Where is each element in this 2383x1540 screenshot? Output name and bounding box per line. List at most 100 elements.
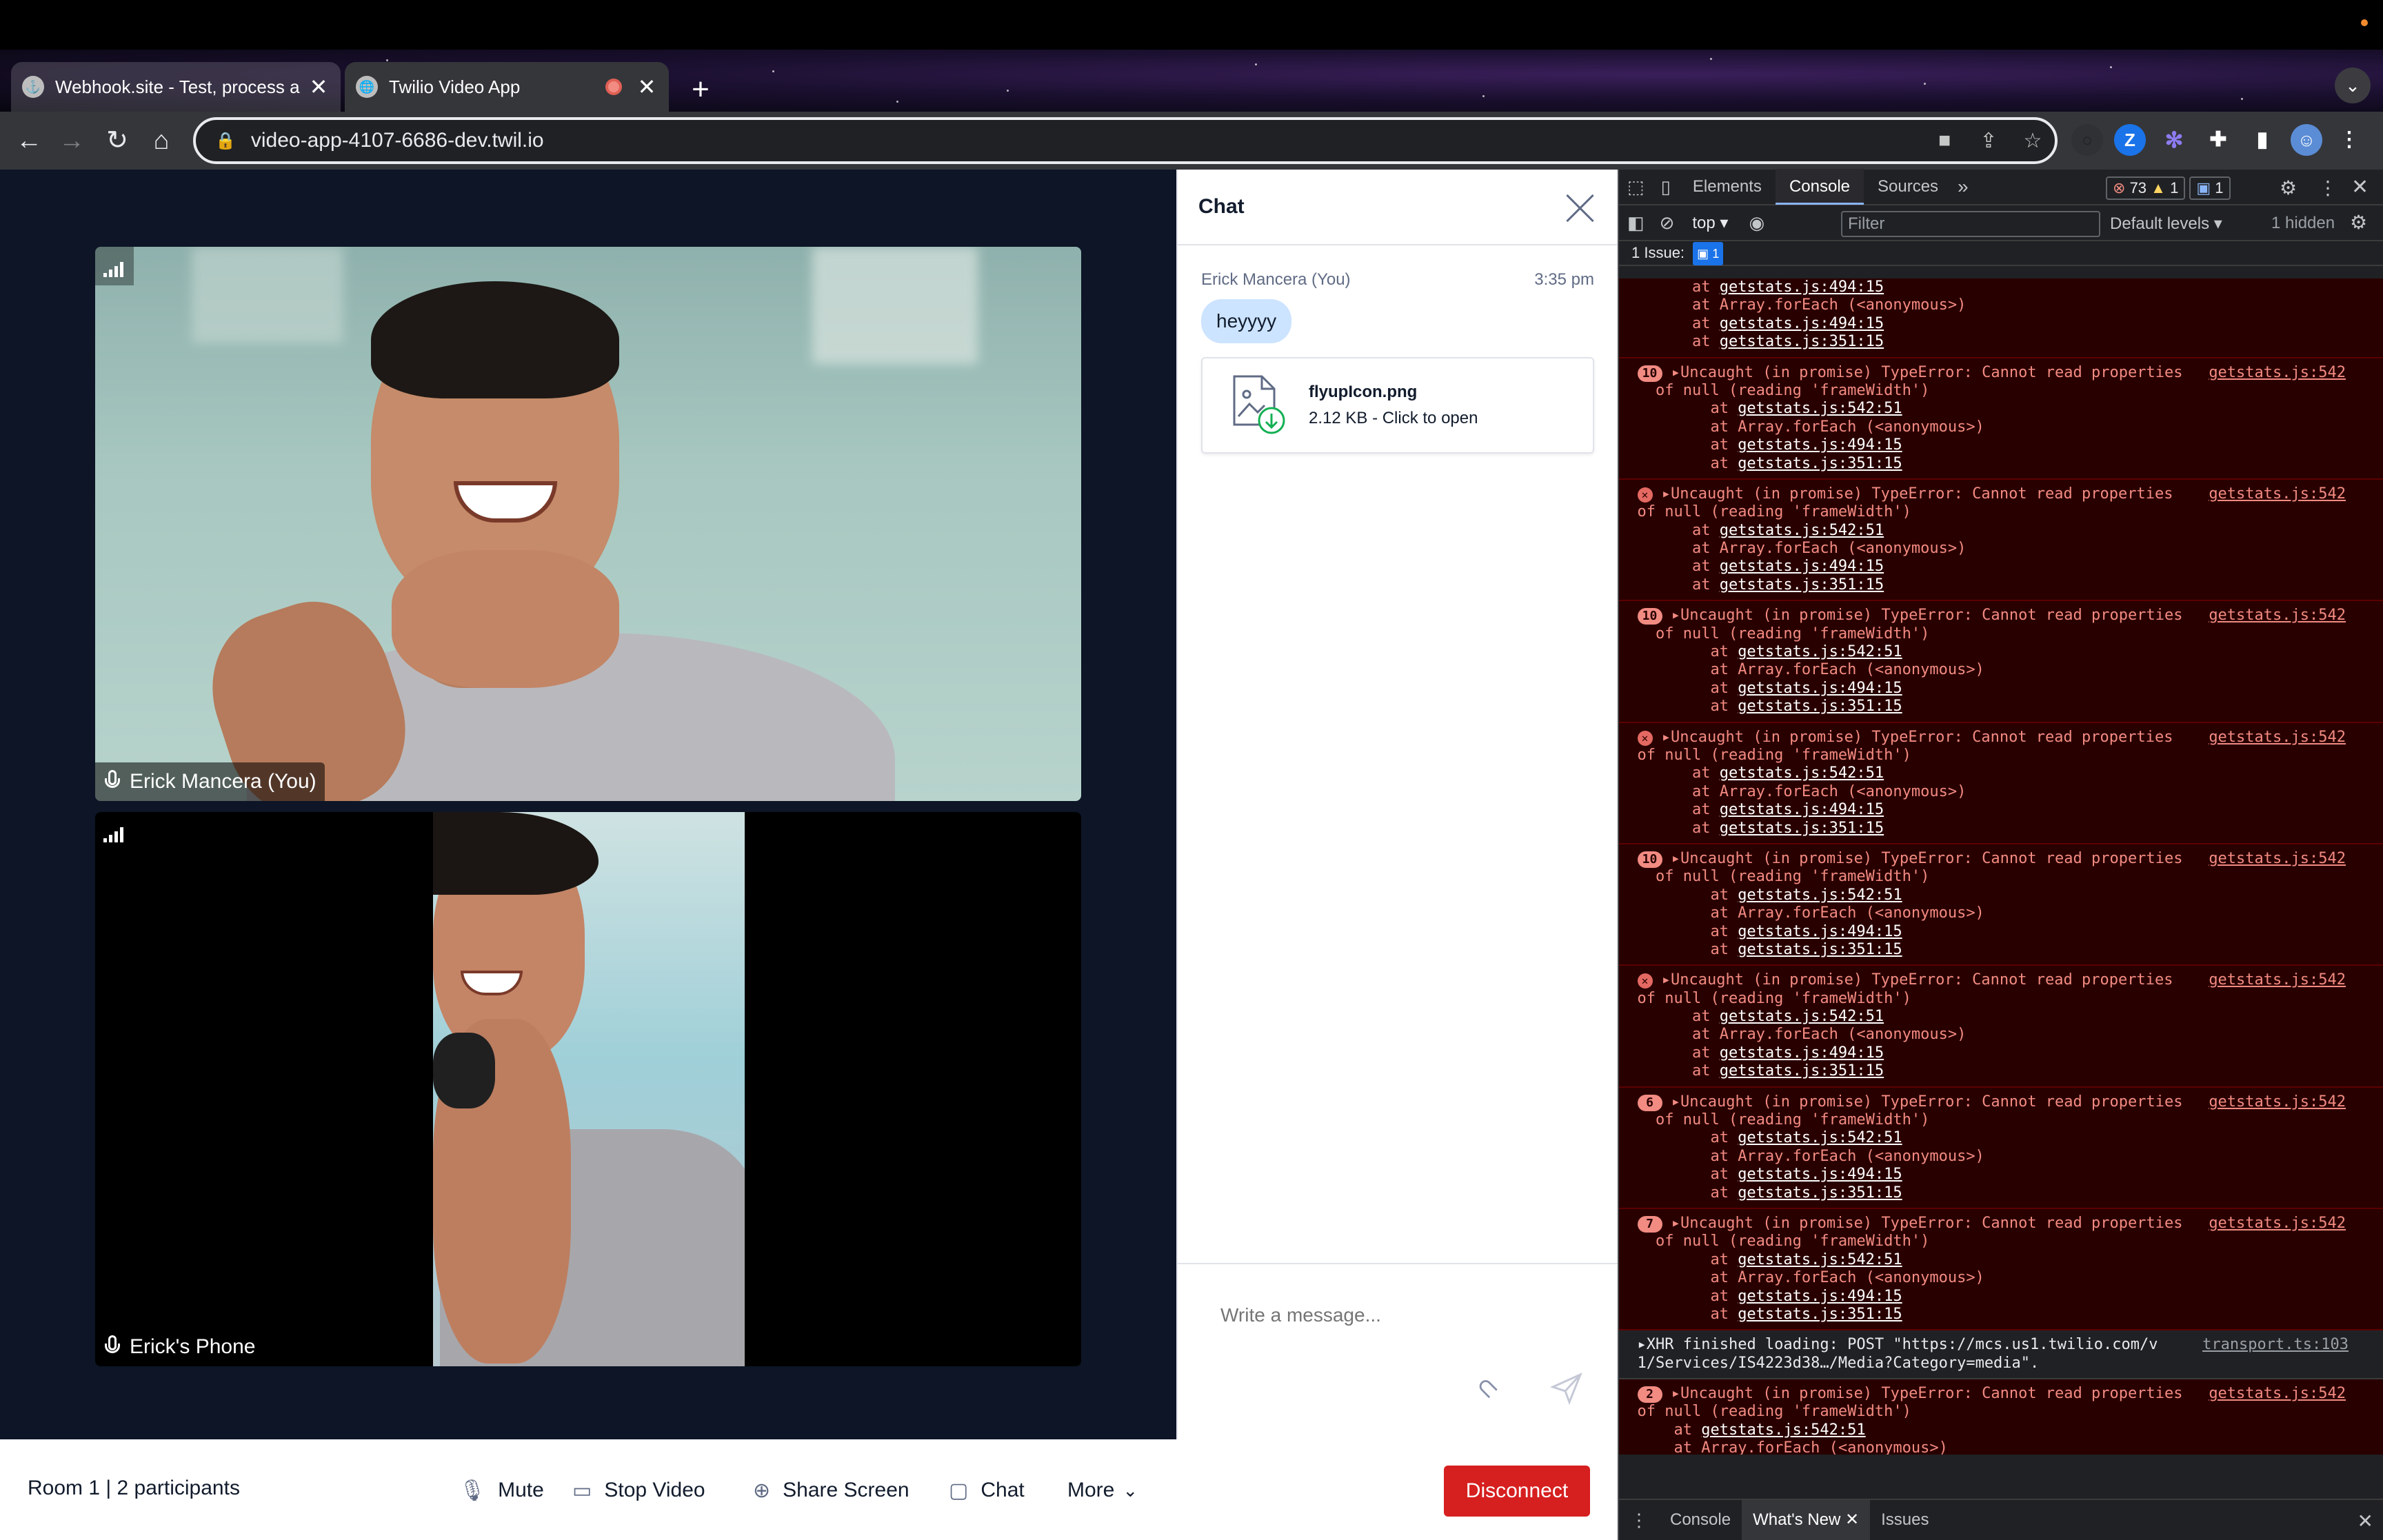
source-link[interactable]: getstats.js:542 xyxy=(2209,364,2346,381)
source-link[interactable]: getstats.js:542 xyxy=(2209,1385,2346,1402)
side-panel-icon[interactable]: ▮ xyxy=(2246,124,2278,156)
close-devtools-icon[interactable]: ✕ xyxy=(2351,175,2369,199)
stack-link[interactable]: getstats.js:351:15 xyxy=(1720,576,1884,594)
disconnect-button[interactable]: Disconnect xyxy=(1444,1466,1590,1517)
chat-button[interactable]: ▢ Chat xyxy=(949,1470,1025,1511)
tab-elements[interactable]: Elements xyxy=(1679,169,1776,205)
profile-avatar[interactable]: ☺ xyxy=(2291,124,2322,156)
console-error-entry[interactable]: 10 ▸Uncaught (in promise) TypeError: Can… xyxy=(1619,844,2383,966)
stack-link[interactable]: getstats.js:542:51 xyxy=(1738,1251,1902,1268)
stack-link[interactable]: getstats.js:494:15 xyxy=(1738,923,1902,940)
console-error-entry[interactable]: 10 ▸Uncaught (in promise) TypeError: Can… xyxy=(1619,358,2383,480)
stack-link[interactable]: getstats.js:494:15 xyxy=(1720,801,1884,818)
stack-link[interactable]: getstats.js:542:51 xyxy=(1701,1421,1865,1439)
stack-link[interactable]: getstats.js:494:15 xyxy=(1720,1044,1884,1062)
source-link[interactable]: getstats.js:542 xyxy=(2209,607,2346,624)
close-drawer-icon[interactable]: ✕ xyxy=(2357,1510,2373,1532)
source-link[interactable]: getstats.js:542 xyxy=(2209,485,2346,503)
stack-link[interactable]: getstats.js:494:15 xyxy=(1720,278,1884,296)
stack-link[interactable]: getstats.js:542:51 xyxy=(1720,1008,1884,1025)
file-attachment[interactable]: flyupIcon.png 2.12 KB - Click to open xyxy=(1201,357,1594,454)
source-link[interactable]: getstats.js:542 xyxy=(2209,850,2346,867)
console-error-entry[interactable]: 7 ▸Uncaught (in promise) TypeError: Cann… xyxy=(1619,1208,2383,1331)
eye-icon[interactable]: ◉ xyxy=(1739,212,1774,234)
stack-link[interactable]: getstats.js:494:15 xyxy=(1738,680,1902,697)
share-screen-button[interactable]: ⊕ Share Screen xyxy=(753,1470,909,1511)
tab-twilio-video-app[interactable]: 🌐 Twilio Video App ✕ xyxy=(345,62,669,112)
drawer-tab-whats-new[interactable]: What's New ✕ xyxy=(1742,1500,1871,1540)
stack-link[interactable]: getstats.js:542:51 xyxy=(1738,643,1902,660)
stack-link[interactable]: getstats.js:542:51 xyxy=(1738,400,1902,417)
stack-link[interactable]: getstats.js:542:51 xyxy=(1738,1129,1902,1146)
tab-search-chevron-icon[interactable]: ⌄ xyxy=(2335,68,2371,103)
send-icon[interactable] xyxy=(1549,1372,1583,1406)
console-error-entry[interactable]: 2 ▸Uncaught (in promise) TypeError: Cann… xyxy=(1619,1379,2383,1455)
drawer-menu-icon[interactable]: ⋮ xyxy=(1619,1510,1659,1531)
close-tab-icon[interactable]: ✕ xyxy=(308,74,330,100)
message-counts[interactable]: ⊗ 73 ▲ 1 ▣ 1 xyxy=(2106,176,2231,200)
address-bar[interactable]: 🔒 video-app-4107-6686-dev.twil.io ■ ⇪ ☆ xyxy=(193,117,2058,164)
tab-webhook-site[interactable]: ⚓ Webhook.site - Test, process a ✕ xyxy=(11,62,341,112)
share-icon[interactable]: ⇪ xyxy=(1967,129,2011,153)
log-levels-dropdown[interactable]: Default levels ▾ xyxy=(2110,214,2222,234)
mute-button[interactable]: 🎙 Mute xyxy=(459,1470,544,1511)
console-error-entry[interactable]: 10 ▸Uncaught (in promise) TypeError: Can… xyxy=(1619,601,2383,723)
settings-gear-icon[interactable]: ⚙ xyxy=(2280,176,2297,199)
stack-link[interactable]: getstats.js:351:15 xyxy=(1738,698,1902,715)
error-count-badge[interactable]: ⊗ 73 ▲ 1 xyxy=(2106,176,2186,200)
camera-blocked-icon[interactable]: ■ xyxy=(1922,129,1967,152)
home-icon[interactable]: ⌂ xyxy=(142,121,181,160)
stack-link[interactable]: getstats.js:494:15 xyxy=(1738,436,1902,454)
source-link[interactable]: getstats.js:542 xyxy=(2209,971,2346,989)
more-button[interactable]: More ⌄ xyxy=(1067,1470,1138,1511)
inspect-element-icon[interactable]: ⬚ xyxy=(1619,176,1653,198)
stack-link[interactable]: getstats.js:351:15 xyxy=(1738,941,1902,958)
kebab-menu-icon[interactable]: ⋮ xyxy=(2333,124,2365,156)
console-error-entry[interactable]: ✕ ▸Uncaught (in promise) TypeError: Cann… xyxy=(1619,479,2383,602)
stack-link[interactable]: getstats.js:542:51 xyxy=(1738,886,1902,904)
console-error-entry[interactable]: ✕ ▸Uncaught (in promise) TypeError: Cann… xyxy=(1619,722,2383,844)
console-error-entry[interactable]: ✕ ▸Uncaught (in promise) TypeError: Cann… xyxy=(1619,966,2383,1088)
stack-link[interactable]: getstats.js:351:15 xyxy=(1738,1184,1902,1202)
stack-link[interactable]: getstats.js:542:51 xyxy=(1720,522,1884,539)
drawer-tab-issues[interactable]: Issues xyxy=(1870,1500,1940,1540)
tab-console[interactable]: Console xyxy=(1775,169,1864,205)
forward-arrow-icon[interactable]: → xyxy=(52,121,91,160)
console-error-entry[interactable]: 6 ▸Uncaught (in promise) TypeError: Cann… xyxy=(1619,1087,2383,1209)
source-link[interactable]: getstats.js:542 xyxy=(2209,729,2346,746)
console-xhr-entry[interactable]: ▸XHR finished loading: POST "https://mcs… xyxy=(1619,1330,2383,1380)
clear-console-icon[interactable]: ⊘ xyxy=(1653,212,1682,234)
stack-link[interactable]: getstats.js:542:51 xyxy=(1720,764,1884,782)
puzzle-extensions-icon[interactable]: ✚ xyxy=(2202,124,2234,156)
extension-circle-icon[interactable]: ○ xyxy=(2071,124,2103,156)
stack-link[interactable]: getstats.js:351:15 xyxy=(1720,1062,1884,1080)
close-icon[interactable] xyxy=(1562,190,1597,224)
tab-sources[interactable]: Sources xyxy=(1864,169,1952,205)
console-error-entry[interactable]: at getstats.js:494:15 at Array.forEach (… xyxy=(1619,278,2383,358)
stack-link[interactable]: getstats.js:351:15 xyxy=(1738,455,1902,472)
stop-video-button[interactable]: ▭ Stop Video xyxy=(572,1470,705,1511)
console-filter-input[interactable]: Filter xyxy=(1841,211,2100,237)
gear-extension-icon[interactable]: ✻ xyxy=(2158,124,2190,156)
source-link[interactable]: transport.ts:103 xyxy=(2202,1336,2349,1353)
stack-link[interactable]: getstats.js:494:15 xyxy=(1720,558,1884,575)
stack-link[interactable]: getstats.js:351:15 xyxy=(1720,820,1884,837)
kebab-menu-icon[interactable]: ⋮ xyxy=(2318,176,2337,199)
stack-link[interactable]: getstats.js:351:15 xyxy=(1720,333,1884,350)
reload-icon[interactable]: ↻ xyxy=(98,121,137,160)
more-tabs-icon[interactable]: » xyxy=(1952,176,1974,198)
console-settings-gear-icon[interactable]: ⚙ xyxy=(2350,211,2367,234)
chat-message-input[interactable] xyxy=(1220,1304,1579,1326)
paperclip-icon[interactable]: ⊂ xyxy=(1469,1369,1511,1408)
stack-link[interactable]: getstats.js:494:15 xyxy=(1738,1166,1902,1183)
bookmark-star-icon[interactable]: ☆ xyxy=(2011,129,2055,153)
stack-link[interactable]: getstats.js:351:15 xyxy=(1738,1306,1902,1323)
sidebar-toggle-icon[interactable]: ◧ xyxy=(1619,212,1653,234)
new-tab-button[interactable]: + xyxy=(683,73,718,109)
stack-link[interactable]: getstats.js:494:15 xyxy=(1738,1288,1902,1305)
context-selector[interactable]: top ▾ xyxy=(1681,213,1739,233)
info-count-badge[interactable]: ▣ 1 xyxy=(2189,176,2231,200)
zoom-extension-icon[interactable]: Z xyxy=(2114,124,2146,156)
source-link[interactable]: getstats.js:542 xyxy=(2209,1215,2346,1232)
stack-link[interactable]: getstats.js:494:15 xyxy=(1720,315,1884,332)
